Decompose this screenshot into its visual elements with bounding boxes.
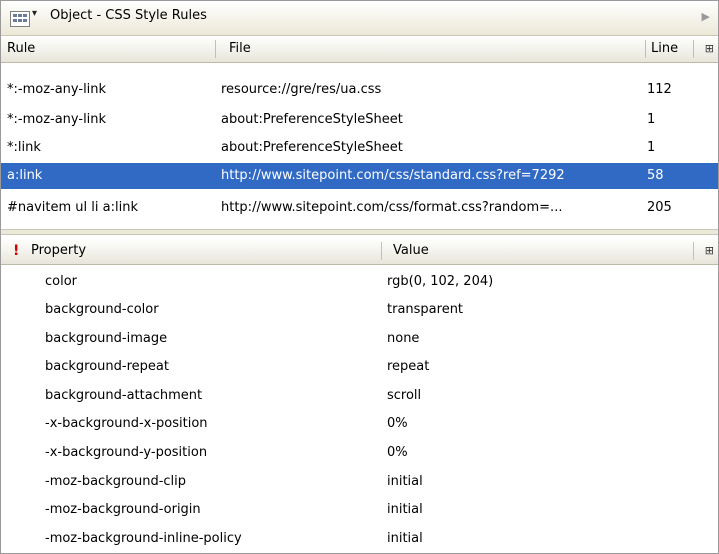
- table-view-icon[interactable]: [10, 11, 30, 27]
- rule-selector: *:-moz-any-link: [7, 82, 107, 97]
- column-header-property[interactable]: Property: [31, 238, 86, 264]
- rule-row[interactable]: #navitem ul li a:link http://www.sitepoi…: [1, 195, 718, 221]
- rule-file[interactable]: about:PreferenceStyleSheet: [221, 107, 403, 133]
- column-header-value[interactable]: Value: [393, 238, 429, 264]
- rule-selector: *:-moz-any-link: [7, 112, 107, 127]
- property-row[interactable]: color rgb(0, 102, 204): [1, 269, 718, 295]
- rule-line: 1: [647, 112, 656, 127]
- property-value: initial: [387, 531, 423, 546]
- rule-row-selected[interactable]: a:link http://www.sitepoint.com/css/stan…: [1, 163, 718, 189]
- rule-line: 1: [647, 140, 656, 155]
- toolbar: ▾ Object - CSS Style Rules ▶: [1, 1, 718, 36]
- property-row[interactable]: background-color transparent: [1, 297, 718, 323]
- important-column-header[interactable]: !: [13, 238, 19, 264]
- column-header-file[interactable]: File: [229, 36, 251, 62]
- rule-file[interactable]: resource://gre/res/ua.css: [221, 77, 381, 103]
- panel-title[interactable]: Object - CSS Style Rules: [50, 8, 207, 23]
- rule-file[interactable]: about:PreferenceStyleSheet: [221, 135, 403, 161]
- property-value: scroll: [387, 388, 422, 403]
- rules-table-header: Rule File Line ⊞: [1, 36, 718, 63]
- property-row[interactable]: background-image none: [1, 326, 718, 352]
- property-name: -moz-background-inline-policy: [45, 531, 242, 546]
- rule-selector: a:link: [7, 168, 43, 183]
- property-name: background-repeat: [45, 359, 169, 374]
- css-style-rules-panel: ▾ Object - CSS Style Rules ▶ Rule File L…: [0, 0, 719, 554]
- property-row[interactable]: -moz-background-clip initial: [1, 469, 718, 495]
- properties-table-header: ! Property Value ⊞: [1, 238, 718, 265]
- property-value: initial: [387, 474, 423, 489]
- rule-selector: *:link: [7, 140, 41, 155]
- rule-line: 112: [647, 82, 672, 97]
- property-value: rgb(0, 102, 204): [387, 274, 494, 289]
- property-value: initial: [387, 502, 423, 517]
- rule-file[interactable]: http://www.sitepoint.com/css/format.css?…: [221, 195, 562, 221]
- view-dropdown-icon[interactable]: ▾: [32, 8, 37, 19]
- rule-line: 58: [647, 168, 664, 183]
- property-name: background-image: [45, 331, 168, 346]
- property-name: color: [45, 274, 78, 289]
- scroll-right-arrow-icon[interactable]: ▶: [702, 10, 710, 23]
- property-row[interactable]: background-attachment scroll: [1, 383, 718, 409]
- property-name: -x-background-x-position: [45, 416, 208, 431]
- property-name: -moz-background-clip: [45, 474, 187, 489]
- property-name: -moz-background-origin: [45, 502, 201, 517]
- property-row[interactable]: background-repeat repeat: [1, 354, 718, 380]
- property-value: none: [387, 331, 420, 346]
- rule-row[interactable]: *:-moz-any-link about:PreferenceStyleShe…: [1, 107, 718, 133]
- column-picker-icon[interactable]: ⊞: [705, 244, 714, 257]
- property-value: 0%: [387, 416, 408, 431]
- property-row[interactable]: -moz-background-origin initial: [1, 497, 718, 523]
- property-row[interactable]: -x-background-x-position 0%: [1, 411, 718, 437]
- rule-row[interactable]: *:-moz-any-link resource://gre/res/ua.cs…: [1, 77, 718, 103]
- rule-selector: #navitem ul li a:link: [7, 200, 138, 215]
- property-name: background-attachment: [45, 388, 203, 403]
- rule-line: 205: [647, 200, 672, 215]
- rule-file[interactable]: http://www.sitepoint.com/css/standard.cs…: [221, 163, 565, 189]
- property-name: background-color: [45, 302, 159, 317]
- property-name: -x-background-y-position: [45, 445, 208, 460]
- property-row[interactable]: -moz-background-inline-policy initial: [1, 526, 718, 552]
- property-row[interactable]: -x-background-y-position 0%: [1, 440, 718, 466]
- property-value: repeat: [387, 359, 430, 374]
- property-value: 0%: [387, 445, 408, 460]
- property-value: transparent: [387, 302, 464, 317]
- rule-row[interactable]: *:link about:PreferenceStyleSheet 1: [1, 135, 718, 161]
- pane-splitter[interactable]: [1, 229, 718, 235]
- column-header-line[interactable]: Line: [651, 36, 678, 62]
- column-picker-icon[interactable]: ⊞: [705, 42, 714, 55]
- column-header-rule[interactable]: Rule: [7, 36, 35, 62]
